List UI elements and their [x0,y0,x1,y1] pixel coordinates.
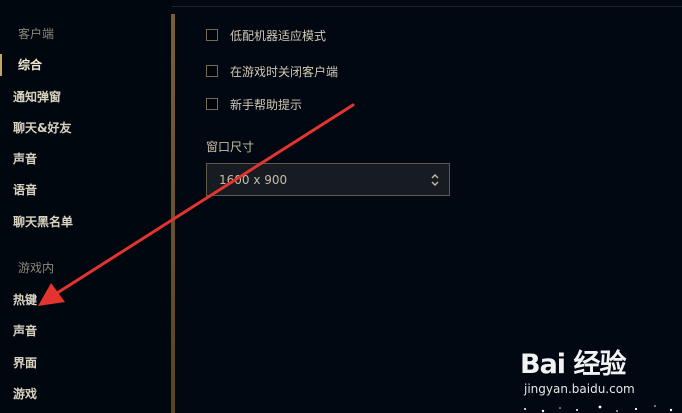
section-header-client: 客户端 [18,27,55,41]
sidebar-item-label: 界面 [13,356,38,370]
close-client-checkbox[interactable] [206,65,218,77]
newbie-tips-label: 新手帮助提示 [230,98,303,112]
sidebar-item-label: 语音 [13,183,38,197]
newbie-tips-checkbox[interactable] [206,98,218,110]
sparkle-decoration [524,405,673,413]
sidebar-item-label: 通知弹窗 [13,90,62,104]
sidebar-item-hotkeys[interactable]: 热键 [0,289,170,311]
sidebar-item-label: 聊天黑名单 [13,215,74,229]
window-size-value: 1600 x 900 [219,173,288,187]
section-header-ingame: 游戏内 [18,261,55,275]
window-size-label: 窗口尺寸 [206,140,255,154]
low-spec-label: 低配机器适应模式 [230,29,327,43]
sidebar-item-interface[interactable]: 界面 [0,352,170,374]
active-indicator [0,54,2,76]
sidebar-item-chat-blacklist[interactable]: 聊天黑名单 [0,211,170,233]
close-client-label: 在游戏时关闭客户端 [230,65,339,79]
sidebar-item-ingame-sound[interactable]: 声音 [0,320,170,342]
sidebar-item-notifications[interactable]: 通知弹窗 [0,86,170,108]
watermark-url: jingyan.baidu.com [524,382,635,396]
watermark-logo: Bai 经验 [520,349,626,380]
sidebar-item-label: 综合 [18,58,43,72]
select-updown-icon [431,174,439,186]
settings-sidebar: 客户端 综合 通知弹窗 聊天&好友 声音 语音 聊天黑名单 游戏内 热键 声音 … [0,0,172,413]
sidebar-item-label: 聊天&好友 [13,121,72,135]
sidebar-item-game[interactable]: 游戏 [0,383,170,405]
sidebar-item-general[interactable]: 综合 [0,54,170,76]
sidebar-item-label: 声音 [13,152,38,166]
sidebar-divider [171,14,175,413]
sidebar-item-voice[interactable]: 语音 [0,179,170,201]
sidebar-item-label: 游戏 [13,387,38,401]
sidebar-item-label: 声音 [13,324,38,338]
sidebar-item-label: 热键 [13,293,38,307]
window-size-select[interactable]: 1600 x 900 [206,163,450,196]
low-spec-checkbox[interactable] [206,29,218,41]
sidebar-item-sound[interactable]: 声音 [0,148,170,170]
sidebar-item-chat-friends[interactable]: 聊天&好友 [0,117,170,139]
